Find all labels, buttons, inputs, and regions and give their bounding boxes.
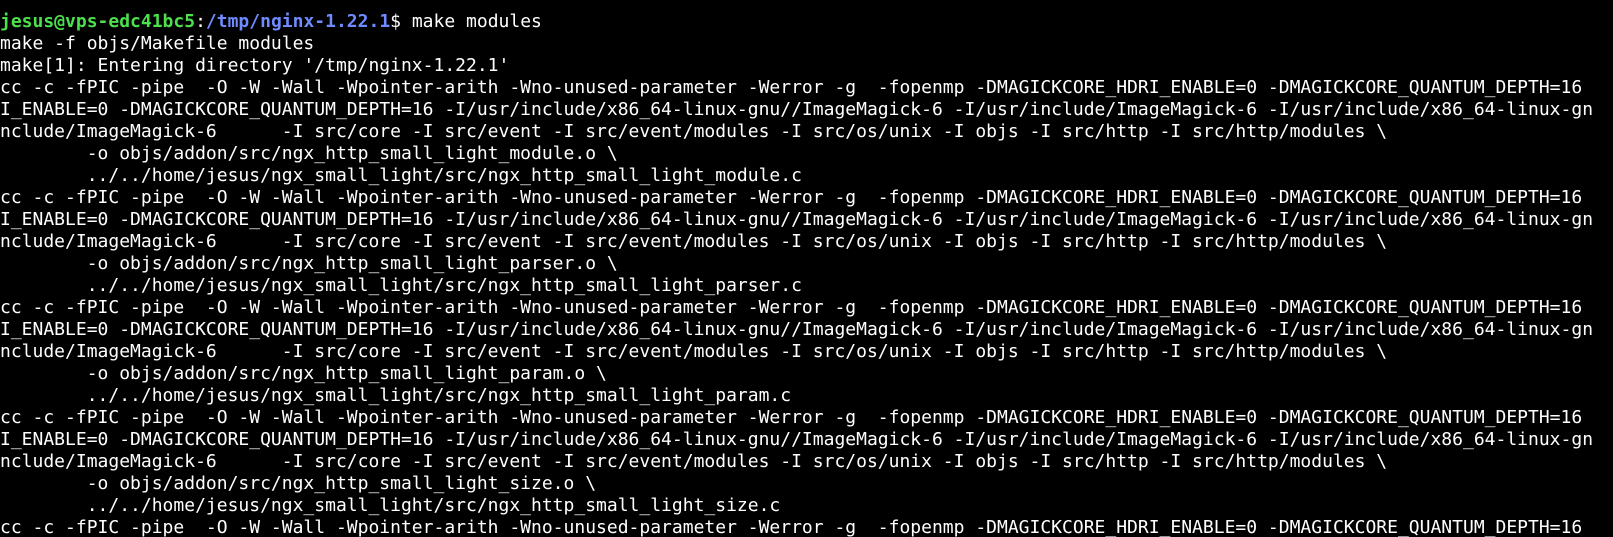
terminal-line: nclude/ImageMagick-6 -I src/core -I src/…	[0, 451, 1388, 472]
terminal-line: I_ENABLE=0 -DMAGICKCORE_QUANTUM_DEPTH=16…	[0, 99, 1594, 120]
terminal-line: I_ENABLE=0 -DMAGICKCORE_QUANTUM_DEPTH=16…	[0, 319, 1594, 340]
prompt-symbol: $	[390, 11, 412, 32]
terminal-line: -o objs/addon/src/ngx_http_small_light_p…	[0, 363, 607, 384]
terminal-line: -o objs/addon/src/ngx_http_small_light_m…	[0, 143, 618, 164]
terminal-line: cc -c -fPIC -pipe -O -W -Wall -Wpointer-…	[0, 297, 1583, 318]
terminal-output: jesus@vps-edc41bc5:/tmp/nginx-1.22.1$ ma…	[0, 0, 1593, 537]
terminal-line: -o objs/addon/src/ngx_http_small_light_s…	[0, 473, 597, 494]
prompt-path: /tmp/nginx-1.22.1	[205, 11, 391, 32]
terminal-line: ../../home/jesus/ngx_small_light/src/ngx…	[0, 495, 781, 516]
terminal-line: ../../home/jesus/ngx_small_light/src/ngx…	[0, 275, 802, 296]
terminal-line: I_ENABLE=0 -DMAGICKCORE_QUANTUM_DEPTH=16…	[0, 429, 1594, 450]
prompt-separator: :	[195, 11, 206, 32]
terminal-line: cc -c -fPIC -pipe -O -W -Wall -Wpointer-…	[0, 187, 1583, 208]
terminal-line: nclude/ImageMagick-6 -I src/core -I src/…	[0, 231, 1388, 252]
terminal-line: -o objs/addon/src/ngx_http_small_light_p…	[0, 253, 618, 274]
command-output: make -f objs/Makefile modules make[1]: En…	[0, 33, 1593, 537]
terminal-line: cc -c -fPIC -pipe -O -W -Wall -Wpointer-…	[0, 517, 1583, 537]
terminal-line: cc -c -fPIC -pipe -O -W -Wall -Wpointer-…	[0, 77, 1583, 98]
terminal-line: cc -c -fPIC -pipe -O -W -Wall -Wpointer-…	[0, 407, 1583, 428]
terminal-line: nclude/ImageMagick-6 -I src/core -I src/…	[0, 121, 1388, 142]
terminal-line: make -f objs/Makefile modules	[0, 33, 315, 54]
terminal-line: ../../home/jesus/ngx_small_light/src/ngx…	[0, 165, 802, 186]
terminal-line: ../../home/jesus/ngx_small_light/src/ngx…	[0, 385, 792, 406]
shell-prompt-line: jesus@vps-edc41bc5:/tmp/nginx-1.22.1$ ma…	[0, 11, 1593, 33]
terminal-line: make[1]: Entering directory '/tmp/nginx-…	[0, 55, 510, 76]
terminal-line-partial	[0, 0, 1593, 11]
prompt-command: make modules	[411, 11, 542, 32]
terminal-line: I_ENABLE=0 -DMAGICKCORE_QUANTUM_DEPTH=16…	[0, 209, 1594, 230]
terminal-line: nclude/ImageMagick-6 -I src/core -I src/…	[0, 341, 1388, 362]
prompt-user-host: jesus@vps-edc41bc5	[0, 11, 196, 32]
terminal-window[interactable]: jesus@vps-edc41bc5:/tmp/nginx-1.22.1$ ma…	[0, 0, 1613, 537]
